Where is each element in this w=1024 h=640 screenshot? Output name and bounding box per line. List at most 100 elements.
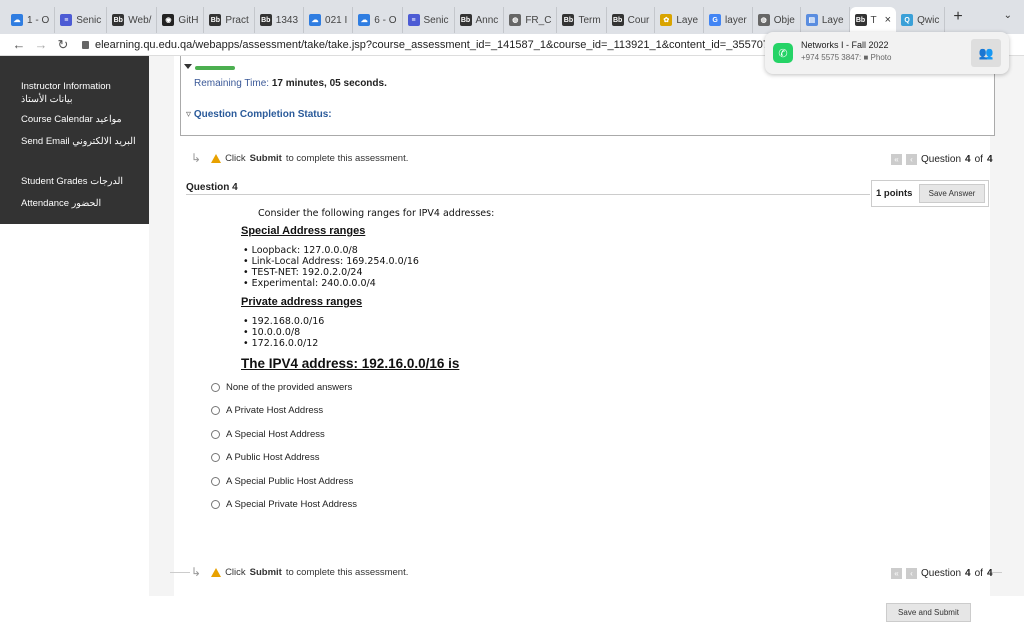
back-icon[interactable]: ← <box>8 37 30 52</box>
divider <box>170 572 190 573</box>
special-range-item: • Link-Local Address: 169.254.0.0/16 <box>243 256 419 267</box>
browser-tab[interactable]: Q Qwic <box>896 7 946 33</box>
browser-tab[interactable]: Bb Web/ <box>107 7 158 33</box>
radio-button[interactable] <box>211 383 220 392</box>
answer-option-label: A Special Private Host Address <box>226 499 357 510</box>
sidebar-item-send-email[interactable]: Send Email البريد الالكتروني <box>21 135 136 148</box>
browser-tab-label: Obje <box>773 14 795 26</box>
github-icon: ◉ <box>162 14 175 26</box>
browser-tab[interactable]: Bb Pract <box>204 7 255 33</box>
answer-option[interactable]: A Special Host Address <box>211 429 325 440</box>
reload-icon[interactable]: ↻ <box>52 37 74 53</box>
browser-tab[interactable]: ☁ 1 - O <box>6 7 56 33</box>
qnav-total: 4 <box>986 154 993 165</box>
browser-tab[interactable]: ◉ GitH <box>157 7 205 33</box>
answer-option[interactable]: A Special Public Host Address <box>211 476 353 487</box>
group-avatar-icon: 👥 <box>971 39 1001 67</box>
qnav-total: 4 <box>986 568 993 579</box>
browser-tab[interactable]: ☁ 021 I <box>304 7 354 33</box>
browser-tab[interactable]: Bb Annc <box>455 7 505 33</box>
browser-tab-label: 1 - O <box>27 14 50 26</box>
globe-icon: ◍ <box>757 14 770 26</box>
sidebar-item-student-grades[interactable]: Student Grades الدرجات <box>21 175 123 188</box>
answer-option[interactable]: A Special Private Host Address <box>211 499 357 510</box>
qnav-current: 4 <box>965 154 971 165</box>
question-intro: Consider the following ranges for IPV4 a… <box>258 208 495 219</box>
first-question-icon[interactable]: « <box>891 568 902 579</box>
radio-button[interactable] <box>211 477 220 486</box>
sidebar-item-course-calendar[interactable]: Course Calendar مواعيد <box>21 113 122 126</box>
browser-tab[interactable]: Bb 1343 <box>255 7 305 33</box>
question-title: Question 4 <box>186 182 238 193</box>
bb-icon: Bb <box>259 14 272 26</box>
save-answer-button[interactable]: Save Answer <box>919 184 985 203</box>
question-completion-status-toggle[interactable]: ▿ Question Completion Status: <box>186 109 332 120</box>
browser-tab-label: Pract <box>225 14 249 26</box>
instruction-prefix: Click <box>225 566 246 578</box>
instruction-bold: Submit <box>249 566 282 578</box>
special-ranges-header: Special Address ranges <box>241 225 366 237</box>
browser-tab-label: Laye <box>676 14 699 26</box>
private-range-item: • 192.168.0.0/16 <box>243 316 325 327</box>
google-icon: G <box>709 14 722 26</box>
list-icon: ≡ <box>407 14 420 26</box>
browser-tab-label: GitH <box>178 14 199 26</box>
answer-option[interactable]: None of the provided answers <box>211 382 352 393</box>
browser-tab[interactable]: ✿ Laye <box>655 7 705 33</box>
answer-option-label: A Public Host Address <box>226 452 320 463</box>
browser-tab[interactable]: ◍ FR_C <box>504 7 558 33</box>
answer-option-label: A Special Public Host Address <box>226 476 354 487</box>
radio-button[interactable] <box>211 406 220 415</box>
sidebar-item-attendance[interactable]: Attendance الحضور <box>21 197 101 210</box>
bb-icon: Bb <box>209 14 222 26</box>
radio-button[interactable] <box>211 500 220 509</box>
browser-tab[interactable]: ▤ Laye <box>801 7 850 33</box>
browser-tab-label: FR_C <box>525 14 552 26</box>
instruction-bold: Submit <box>249 152 282 164</box>
radio-button[interactable] <box>211 430 220 439</box>
ql-icon: Q <box>901 14 914 26</box>
browser-tab[interactable]: ≡ Senic <box>55 7 108 33</box>
browser-tab-label: Web/ <box>128 14 152 26</box>
browser-tab[interactable]: Bb T × <box>849 7 897 33</box>
submit-instruction-bottom: ↳ Click Submit to complete this assessme… <box>191 565 408 579</box>
browser-tab[interactable]: ◍ Obje <box>753 7 801 33</box>
cloud-icon: ☁ <box>11 14 23 26</box>
notification-title: Networks I - Fall 2022 <box>801 40 889 50</box>
hook-arrow-icon: ↳ <box>191 151 202 165</box>
browser-tab-label: 021 I <box>325 14 348 26</box>
radio-button[interactable] <box>211 453 220 462</box>
close-tab-icon[interactable]: × <box>885 14 891 26</box>
answer-option[interactable]: A Public Host Address <box>211 452 319 463</box>
browser-tab-label: T <box>870 14 877 26</box>
collapse-icon[interactable] <box>184 64 192 69</box>
previous-question-icon[interactable]: ‹ <box>906 568 917 579</box>
list-icon: ≡ <box>60 14 73 26</box>
new-tab-button[interactable]: + <box>953 8 962 26</box>
url-field[interactable]: elearning.qu.edu.qa/webapps/assessment/t… <box>82 39 819 51</box>
remaining-time-value: 17 minutes, 05 seconds. <box>271 78 387 89</box>
browser-tab[interactable]: Bb Cour <box>607 7 656 33</box>
answer-option[interactable]: A Private Host Address <box>211 405 323 416</box>
save-and-submit-button[interactable]: Save and Submit <box>886 603 971 622</box>
browser-tab-strip: ☁ 1 - O ≡ Senic Bb Web/◉ GitH Bb Pract Bb 1343 ☁ 021… <box>0 0 1024 34</box>
leaf-icon: ✿ <box>660 14 673 26</box>
browser-tab-label: 1343 <box>275 14 299 26</box>
remaining-time-label: Remaining Time: <box>194 78 270 89</box>
lock-icon <box>82 40 89 49</box>
browser-tab[interactable]: Glayer <box>704 7 753 33</box>
first-question-icon[interactable]: « <box>891 154 902 165</box>
tab-search-icon[interactable]: ⌄ <box>1004 10 1012 21</box>
browser-tab[interactable]: Bb Term <box>557 7 607 33</box>
browser-tab[interactable]: ☁ 6 - O <box>353 7 403 33</box>
question-prompt: The IPV4 address: 192.16.0.0/16 is <box>241 356 460 371</box>
private-range-item: • 10.0.0.0/8 <box>243 327 301 338</box>
question-completion-status-label: Question Completion Status: <box>193 109 332 120</box>
whatsapp-notification[interactable]: ✆ Networks I - Fall 2022 +974 5575 3847:… <box>765 32 1009 74</box>
previous-question-icon[interactable]: ‹ <box>906 154 917 165</box>
browser-tab[interactable]: ≡ Senic <box>403 7 455 33</box>
forward-icon[interactable]: → <box>30 37 52 52</box>
special-range-item: • Experimental: 240.0.0.0/4 <box>243 278 376 289</box>
expand-arrow-icon: ▿ <box>186 109 192 120</box>
sidebar-item-instructor-information[interactable]: Instructor Information بيانات الأستاذ <box>21 80 111 106</box>
